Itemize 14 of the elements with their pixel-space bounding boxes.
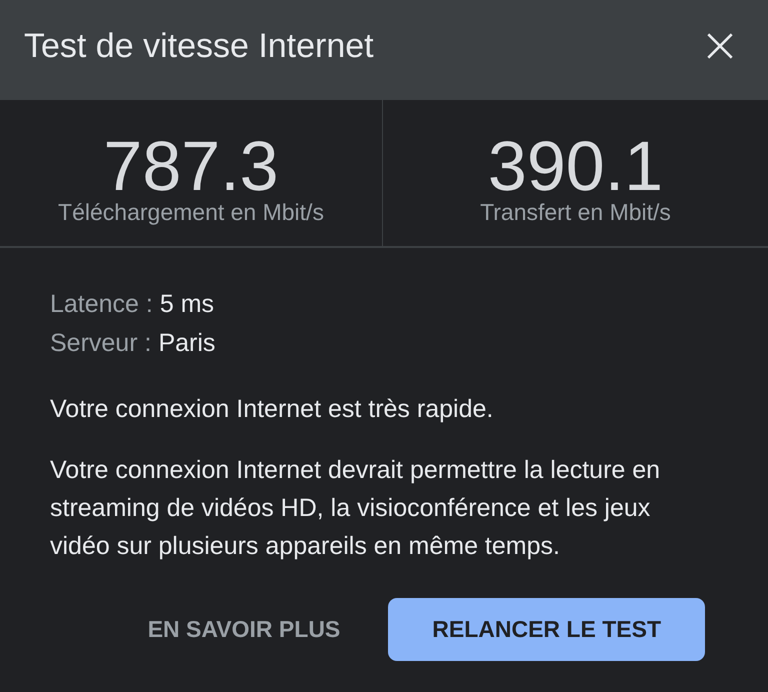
speed-value: 787.3 [103, 131, 279, 201]
detail-label: Serveur : [50, 328, 152, 359]
learn-more-button[interactable]: EN SAVOIR PLUS [132, 598, 356, 661]
speed-label: Téléchargement en Mbit/s [58, 198, 324, 226]
dialog-title: Test de vitesse Internet [24, 26, 374, 66]
close-icon[interactable] [707, 33, 733, 59]
message-text: Votre connexion Internet est très rapide. [50, 394, 494, 425]
detail-value: Paris [158, 328, 216, 359]
retest-button[interactable]: RELANCER LE TEST [388, 598, 705, 661]
detail-value: 5 ms [160, 289, 214, 320]
message-text: Votre connexion Internet devrait permettre la lecture en streaming de vidéos HD, la visioconférence et les jeux vidéo sur plusieurs appareils en même temps. [50, 455, 662, 562]
speed-value: 390.1 [488, 131, 664, 201]
detail-label: Latence : [50, 289, 153, 320]
speed-label: Transfert en Mbit/s [480, 198, 671, 226]
